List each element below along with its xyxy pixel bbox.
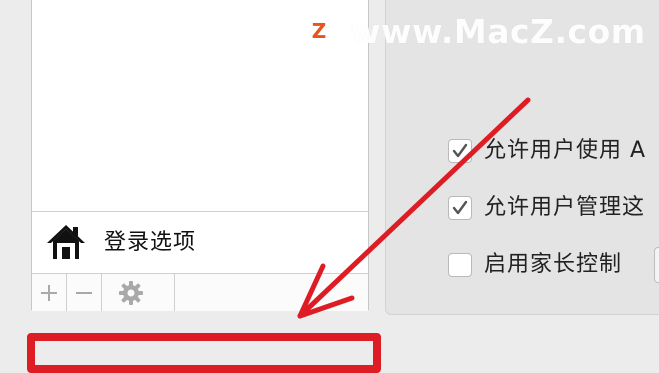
parental-controls-open-button[interactable] — [654, 247, 659, 283]
allow-manage-label: 允许用户管理这 — [484, 195, 646, 220]
add-user-button[interactable] — [32, 274, 67, 311]
option-allow-manage[interactable]: 允许用户管理这 — [448, 193, 645, 223]
parental-controls-label: 启用家长控制 — [484, 252, 623, 277]
allow-admin-checkbox[interactable] — [448, 139, 472, 163]
option-allow-admin[interactable]: 允许用户使用 A — [448, 136, 646, 166]
parental-controls-checkbox[interactable] — [448, 253, 472, 277]
watermark-text: www.MacZ.com — [350, 11, 646, 51]
plus-icon — [40, 284, 58, 302]
minus-icon — [75, 284, 93, 302]
login-options-item[interactable]: 登录选项 — [32, 211, 368, 273]
allow-admin-label: 允许用户使用 A — [484, 138, 647, 163]
annotation-highlight-box — [27, 333, 381, 373]
gear-icon — [118, 280, 144, 306]
remove-user-button[interactable] — [67, 274, 102, 311]
house-icon — [46, 223, 86, 261]
macz-logo-icon: Z — [302, 14, 336, 48]
users-toolbar — [32, 273, 368, 311]
allow-manage-checkbox[interactable] — [448, 196, 472, 220]
watermark: Z www.MacZ.com — [302, 10, 646, 52]
option-parental-controls[interactable]: 启用家长控制 — [448, 250, 622, 280]
action-menu-button[interactable] — [102, 274, 175, 311]
login-options-label: 登录选项 — [104, 230, 197, 255]
